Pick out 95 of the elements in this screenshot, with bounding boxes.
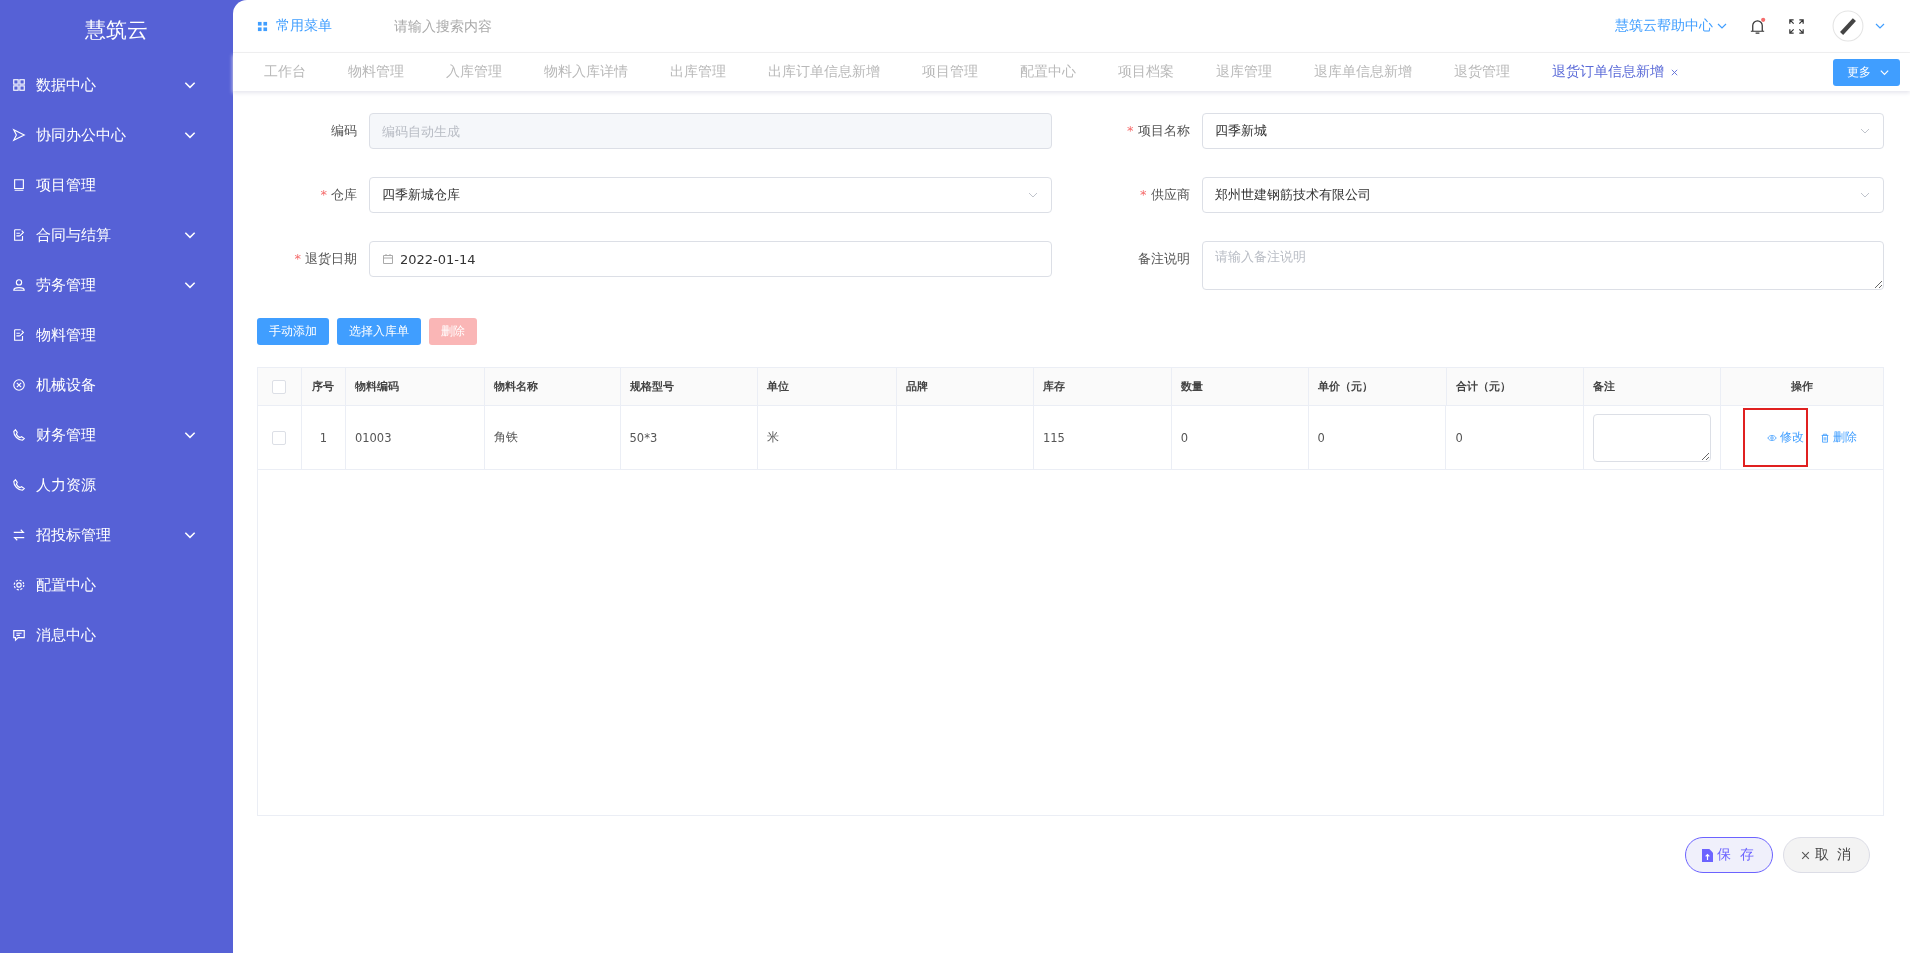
page-tab[interactable]: 退货管理 xyxy=(1433,63,1531,81)
phone-icon xyxy=(12,478,26,492)
column-header: 序号 xyxy=(301,368,346,405)
column-header: 物料名称 xyxy=(484,368,621,405)
sidebar-item[interactable]: 财务管理 xyxy=(0,410,233,460)
page-tab[interactable]: 项目管理 xyxy=(901,63,999,81)
file-upload-icon xyxy=(1702,848,1714,862)
column-header: 库存 xyxy=(1034,368,1172,405)
grid-icon xyxy=(12,78,26,92)
document-icon xyxy=(12,228,26,242)
field-label: 项目名称 xyxy=(1137,123,1190,138)
document-icon xyxy=(12,328,26,342)
page-tab[interactable]: 退库单信息新增 xyxy=(1293,63,1433,81)
sidebar-item[interactable]: 数据中心 xyxy=(0,60,233,110)
person-icon xyxy=(12,278,26,292)
eye-icon xyxy=(1767,432,1778,443)
circle-x-icon xyxy=(12,378,26,392)
table-cell: 1 xyxy=(301,406,346,469)
remark-input[interactable] xyxy=(1593,413,1712,462)
remark-field[interactable]: 请输入备注说明 xyxy=(1201,241,1884,290)
table-cell: 115 xyxy=(1033,406,1172,469)
field-label: 备注说明 xyxy=(1137,251,1190,266)
phone-icon xyxy=(12,428,26,442)
column-header: 规格型号 xyxy=(620,368,759,405)
select-field[interactable]: 四季新城 xyxy=(1201,113,1884,149)
table-cell: 米 xyxy=(758,406,898,469)
bell-icon[interactable] xyxy=(1748,16,1767,36)
common-menu-button[interactable]: 常用菜单 xyxy=(257,17,332,35)
page-tab[interactable]: 退货订单信息新增 xyxy=(1531,63,1700,81)
column-header: 单位 xyxy=(758,368,898,405)
sidebar-item[interactable]: 消息中心 xyxy=(0,610,233,660)
sidebar-item[interactable]: 劳务管理 xyxy=(0,260,233,310)
field-label: 仓库 xyxy=(331,187,357,202)
page-tab[interactable]: 出库管理 xyxy=(649,63,747,81)
select-field[interactable]: 四季新城仓库 xyxy=(369,177,1052,213)
page-tab[interactable]: 入库管理 xyxy=(425,63,523,81)
sidebar-item[interactable]: 协同办公中心 xyxy=(0,110,233,160)
table-cell: 角铁 xyxy=(484,406,621,469)
app-title: 慧筑云 xyxy=(84,17,149,44)
cancel-button[interactable]: 取 消 xyxy=(1782,837,1870,873)
table-cell: 0 xyxy=(1308,406,1447,469)
required-mark: * xyxy=(320,187,327,202)
settings-icon xyxy=(12,578,26,592)
toolbar-button[interactable]: 选择入库单 xyxy=(337,318,421,345)
close-icon[interactable] xyxy=(1670,67,1679,77)
required-mark: * xyxy=(294,251,301,266)
page-tab[interactable]: 项目档案 xyxy=(1097,63,1195,81)
sidebar-item[interactable]: 招投标管理 xyxy=(0,510,233,560)
select-field[interactable]: 郑州世建钢筋技术有限公司 xyxy=(1201,177,1884,213)
checkbox[interactable] xyxy=(272,430,287,445)
column-header: 品牌 xyxy=(897,368,1035,405)
page-tab[interactable]: 配置中心 xyxy=(999,63,1097,81)
column-header: 备注 xyxy=(1584,368,1722,405)
chat-icon xyxy=(12,628,26,642)
page-tab[interactable]: 工作台 xyxy=(243,63,327,81)
table-cell: 0 xyxy=(1171,406,1309,469)
sidebar-item[interactable]: 合同与结算 xyxy=(0,210,233,260)
grid-icon xyxy=(257,20,268,32)
book-icon xyxy=(12,178,26,192)
column-header: 单价（元） xyxy=(1308,368,1447,405)
calendar-icon xyxy=(382,253,394,265)
more-button[interactable]: 更多 xyxy=(1833,58,1900,86)
sidebar-item[interactable]: 配置中心 xyxy=(0,560,233,610)
sidebar-item[interactable]: 机械设备 xyxy=(0,360,233,410)
avatar-icon[interactable] xyxy=(1832,10,1864,42)
help-center-link[interactable]: 慧筑云帮助中心 xyxy=(1615,17,1728,35)
swap-arrows-icon xyxy=(12,528,26,542)
sidebar-item[interactable]: 项目管理 xyxy=(0,160,233,210)
trash-icon xyxy=(1820,432,1831,443)
column-header: 数量 xyxy=(1171,368,1309,405)
table-cell: 0 xyxy=(1446,406,1585,469)
paper-plane-icon xyxy=(12,128,26,142)
checkbox[interactable] xyxy=(272,379,287,394)
field-label: 退货日期 xyxy=(305,251,357,266)
date-field[interactable]: 2022-01-14 xyxy=(369,241,1052,277)
save-button[interactable]: 保 存 xyxy=(1685,837,1773,873)
row-action-link[interactable]: 修改 xyxy=(1743,408,1809,467)
required-mark: * xyxy=(1127,123,1134,138)
table-cell: 01003 xyxy=(345,406,485,469)
page-tab[interactable]: 退库管理 xyxy=(1195,63,1293,81)
fullscreen-icon[interactable] xyxy=(1787,16,1806,36)
page-tab[interactable]: 出库订单信息新增 xyxy=(747,63,901,81)
column-header: 物料编码 xyxy=(345,368,485,405)
field-label: 编码 xyxy=(331,123,357,138)
field-label: 供应商 xyxy=(1150,187,1190,202)
page-tab[interactable]: 物料入库详情 xyxy=(523,63,649,81)
column-header: 合计（元） xyxy=(1446,368,1585,405)
required-mark: * xyxy=(1140,187,1147,202)
row-action-link[interactable]: 删除 xyxy=(1816,408,1862,467)
toolbar-button[interactable]: 手动添加 xyxy=(257,318,329,345)
column-header: 操作 xyxy=(1790,379,1815,395)
table-cell: 50*3 xyxy=(620,406,759,469)
sidebar-item[interactable]: 物料管理 xyxy=(0,310,233,360)
sidebar-item[interactable]: 人力资源 xyxy=(0,460,233,510)
page-tab[interactable]: 物料管理 xyxy=(327,63,425,81)
